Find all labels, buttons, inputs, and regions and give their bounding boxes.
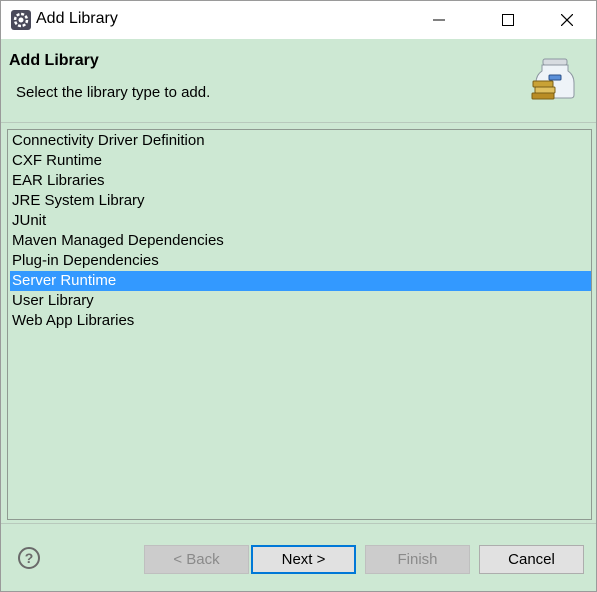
- list-item-user-library[interactable]: User Library: [10, 291, 591, 311]
- list-item-maven-managed-dependencies[interactable]: Maven Managed Dependencies: [10, 231, 591, 251]
- list-item-cxf-runtime[interactable]: CXF Runtime: [10, 151, 591, 171]
- minimize-button[interactable]: [416, 1, 462, 39]
- list-item-junit[interactable]: JUnit: [10, 211, 591, 231]
- library-type-list[interactable]: Connectivity Driver Definition CXF Runti…: [7, 129, 592, 520]
- close-button[interactable]: [544, 1, 590, 39]
- list-item-ear-libraries[interactable]: EAR Libraries: [10, 171, 591, 191]
- eclipse-gear-icon: [11, 10, 31, 30]
- finish-button[interactable]: Finish: [365, 545, 470, 574]
- banner-title: Add Library: [9, 52, 99, 69]
- help-icon[interactable]: ?: [18, 547, 40, 569]
- maximize-button[interactable]: [485, 1, 531, 39]
- library-jars-icon: [531, 58, 575, 100]
- maximize-icon: [502, 14, 514, 26]
- list-item-plug-in-dependencies[interactable]: Plug-in Dependencies: [10, 251, 591, 271]
- list-item-server-runtime[interactable]: Server Runtime: [10, 271, 591, 291]
- button-bar: ? < Back Next > Finish Cancel: [1, 523, 596, 591]
- list-item-web-app-libraries[interactable]: Web App Libraries: [10, 311, 591, 331]
- cancel-button[interactable]: Cancel: [479, 545, 584, 574]
- add-library-dialog: Add Library Add Library Select the libra…: [0, 0, 597, 592]
- wizard-banner: Add Library Select the library type to a…: [1, 39, 596, 123]
- close-icon: [561, 14, 573, 26]
- next-button[interactable]: Next >: [251, 545, 356, 574]
- back-button[interactable]: < Back: [144, 545, 249, 574]
- window-title: Add Library: [36, 10, 118, 27]
- title-bar[interactable]: Add Library: [1, 1, 596, 39]
- banner-description: Select the library type to add.: [16, 84, 211, 101]
- list-item-connectivity-driver-definition[interactable]: Connectivity Driver Definition: [10, 131, 591, 151]
- list-item-jre-system-library[interactable]: JRE System Library: [10, 191, 591, 211]
- minimize-icon: [433, 19, 445, 21]
